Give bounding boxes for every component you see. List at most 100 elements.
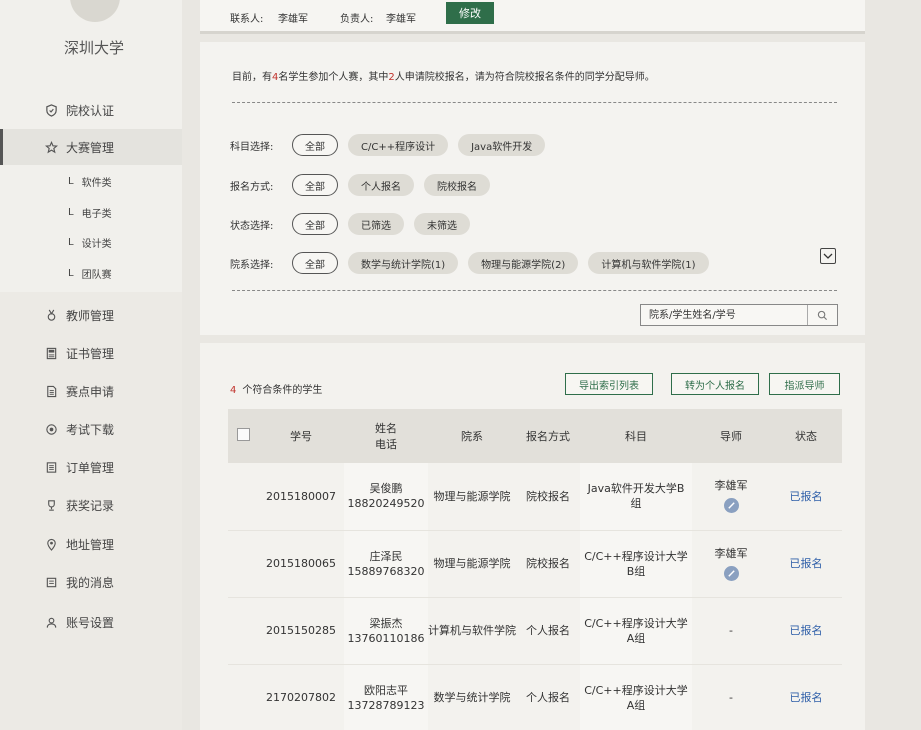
filter-label: 报名方式: xyxy=(230,181,274,193)
edit-mentor-button[interactable] xyxy=(723,498,739,514)
status-link[interactable]: 已报名 xyxy=(790,624,823,637)
header-status: 状态 xyxy=(795,430,817,443)
student-phone: 13760110186 xyxy=(347,631,425,645)
chip-subject-all[interactable]: 全部 xyxy=(292,134,338,156)
student-dept: 物理与能源学院 xyxy=(433,489,511,503)
student-name-phone: 欧阳志平 13728789123 xyxy=(344,664,428,730)
chip-status-all[interactable]: 全部 xyxy=(292,213,338,235)
student-phone: 15889768320 xyxy=(347,564,425,578)
filter-label: 科目选择: xyxy=(230,141,274,153)
subject-line: C/C++程序设计大学 xyxy=(584,683,688,697)
main-content: 联系人: 李雄军 负责人: 李雄军 修改 目前，有4名学生参加个人赛，其中2人申… xyxy=(200,0,865,730)
chip-status-filtered[interactable]: 已筛选 xyxy=(348,213,404,235)
nav-item-account[interactable]: 账号设置 xyxy=(0,604,182,640)
subject-line: A组 xyxy=(626,698,646,712)
edit-button[interactable]: 修改 xyxy=(446,2,494,24)
convert-personal-button[interactable]: 转为个人报名 xyxy=(671,373,759,395)
select-all-cell xyxy=(228,409,258,463)
student-status: 已报名 xyxy=(770,463,842,530)
sub-item-software[interactable]: L 软件类 xyxy=(68,171,112,191)
search-icon xyxy=(817,310,828,320)
chip-method-personal[interactable]: 个人报名 xyxy=(348,174,414,196)
student-status: 已报名 xyxy=(770,530,842,597)
header-method: 报名方式 xyxy=(526,430,570,443)
nav-label: 院校认证 xyxy=(66,103,115,118)
chip-subject-cpp[interactable]: C/C++程序设计 xyxy=(348,134,449,156)
header-mentor: 导师 xyxy=(720,430,742,443)
header-phone: 电话 xyxy=(375,438,397,451)
student-id: 2015150285 xyxy=(266,624,336,637)
status-link[interactable]: 已报名 xyxy=(790,557,823,570)
sub-item-team[interactable]: L 团队赛 xyxy=(68,263,112,283)
sub-label: 团队赛 xyxy=(81,269,112,281)
chip-dept-all[interactable]: 全部 xyxy=(292,252,338,274)
chip-dept-math[interactable]: 数学与统计学院(1) xyxy=(348,252,459,274)
user-icon xyxy=(44,615,58,629)
shield-icon xyxy=(44,103,58,117)
student-mentor: 李雄军 xyxy=(692,463,770,530)
sub-item-design[interactable]: L 设计类 xyxy=(68,232,112,252)
expand-filter-button[interactable] xyxy=(820,248,836,264)
sub-prefix: L xyxy=(68,267,74,279)
assign-mentor-button[interactable]: 指派导师 xyxy=(769,373,840,395)
chip-dept-physics[interactable]: 物理与能源学院(2) xyxy=(468,252,579,274)
owner-name: 李雄军 xyxy=(386,14,416,25)
divider xyxy=(232,102,837,103)
nav-item-teachers[interactable]: 教师管理 xyxy=(0,297,182,333)
status-link[interactable]: 已报名 xyxy=(790,691,823,704)
select-all-checkbox[interactable] xyxy=(236,428,250,441)
chip-method-all[interactable]: 全部 xyxy=(292,174,338,196)
nav-label: 获奖记录 xyxy=(66,498,115,513)
pencil-icon xyxy=(727,502,735,509)
chip-dept-cs[interactable]: 计算机与软件学院(1) xyxy=(588,252,709,274)
contact-bar: 联系人: 李雄军 负责人: 李雄军 修改 xyxy=(200,0,865,34)
message-icon xyxy=(44,575,58,589)
row-select-cell xyxy=(228,463,258,530)
student-name: 欧阳志平 xyxy=(364,683,408,697)
student-phone: 13728789123 xyxy=(347,698,425,712)
nav-label: 我的消息 xyxy=(66,575,115,590)
edit-mentor-button[interactable] xyxy=(723,565,739,581)
export-list-button[interactable]: 导出索引列表 xyxy=(565,373,653,395)
sub-label: 软件类 xyxy=(81,177,112,189)
nav-item-exam-download[interactable]: 考试下载 xyxy=(0,411,182,447)
filter-panel: 目前，有4名学生参加个人赛，其中2人申请院校报名，请为符合院校报名条件的同学分配… xyxy=(200,42,865,335)
sub-item-electronics[interactable]: L 电子类 xyxy=(68,202,112,222)
search-input[interactable] xyxy=(641,305,807,325)
nav-item-certificates[interactable]: 证书管理 xyxy=(0,335,182,371)
nav-item-orders[interactable]: 订单管理 xyxy=(0,449,182,485)
header-name-phone: 姓名 电话 xyxy=(344,409,428,463)
contact-label: 联系人: xyxy=(230,14,264,25)
filter-label: 状态选择: xyxy=(230,220,274,232)
nav-label: 地址管理 xyxy=(66,537,115,552)
search-button[interactable] xyxy=(807,305,837,325)
result-count: 4 个符合条件的学生 xyxy=(230,381,322,396)
chip-status-unfiltered[interactable]: 未筛选 xyxy=(414,213,470,235)
notice-part: 目前，有 xyxy=(232,72,272,83)
status-link[interactable]: 已报名 xyxy=(790,490,823,503)
nav-item-school-cert[interactable]: 院校认证 xyxy=(0,92,182,128)
pencil-icon xyxy=(727,569,735,577)
mentor-name: 李雄军 xyxy=(714,479,748,493)
student-subject: C/C++程序设计大学 A组 xyxy=(580,597,692,664)
student-name: 庄泽民 xyxy=(369,549,403,563)
student-method: 个人报名 xyxy=(526,624,570,637)
nav-item-site-apply[interactable]: 赛点申请 xyxy=(0,373,182,409)
chip-subject-java[interactable]: Java软件开发 xyxy=(458,134,546,156)
nav-item-address[interactable]: 地址管理 xyxy=(0,526,182,562)
chip-method-school[interactable]: 院校报名 xyxy=(424,174,490,196)
nav-item-contest[interactable]: 大赛管理 xyxy=(0,129,182,165)
header-id: 学号 xyxy=(290,430,312,443)
search-box xyxy=(640,304,838,326)
student-method: 院校报名 xyxy=(526,489,570,503)
nav-item-messages[interactable]: 我的消息 xyxy=(0,564,182,600)
nav-item-awards[interactable]: 获奖记录 xyxy=(0,487,182,523)
star-icon xyxy=(44,140,58,154)
nav-label: 证书管理 xyxy=(66,346,115,361)
student-method: 个人报名 xyxy=(526,691,570,704)
row-select-cell xyxy=(228,597,258,664)
subject-line: A组 xyxy=(626,631,646,645)
nav-label: 大赛管理 xyxy=(66,140,115,155)
student-name: 吴俊鹏 xyxy=(369,482,403,496)
result-count-number: 4 xyxy=(230,385,237,396)
